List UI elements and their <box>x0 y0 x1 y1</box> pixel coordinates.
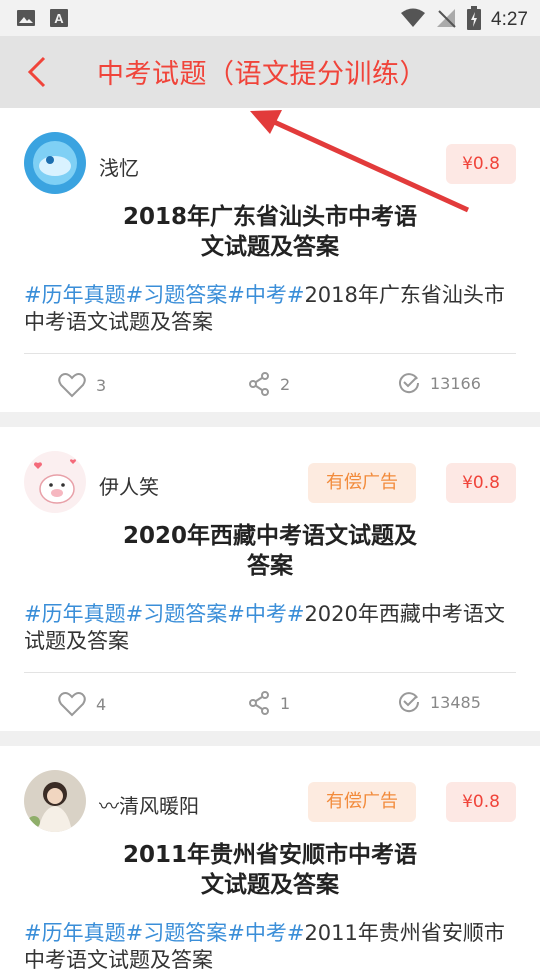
font-notification-icon: A <box>50 8 68 32</box>
svg-text:A: A <box>54 11 64 26</box>
tag-link[interactable]: #习题答案 <box>126 602 228 626</box>
tag-link[interactable]: # <box>287 602 305 626</box>
tag-link[interactable]: # <box>287 283 305 307</box>
check-circle-icon <box>399 373 420 394</box>
share-button[interactable]: 1 <box>248 691 290 715</box>
like-button[interactable]: 3 <box>58 372 106 398</box>
tag-link[interactable]: #习题答案 <box>126 921 228 945</box>
post-title-line: 2020年西藏中考语文试题及 <box>122 523 417 549</box>
post-title[interactable]: 2018年广东省汕头市中考语 文试题及答案 <box>80 202 460 262</box>
back-button[interactable] <box>22 54 58 90</box>
no-signal-icon <box>435 7 457 33</box>
post-card[interactable]: 伊人笑 有偿广告 ¥0.8 2020年西藏中考语文试题及 答案 #历年真题#习题… <box>0 427 540 731</box>
share-icon <box>249 691 269 715</box>
username[interactable]: 伊人笑 <box>99 471 159 500</box>
app-header: 中考试题（语文提分训练） <box>0 36 540 108</box>
username[interactable]: 〰清风暖阳 <box>99 790 199 819</box>
page-title: 中考试题（语文提分训练） <box>97 59 427 90</box>
share-count: 2 <box>280 374 291 394</box>
avatar[interactable] <box>24 132 86 194</box>
status-bar: A 4:27 <box>0 0 540 36</box>
post-title-line: 2011年贵州省安顺市中考语 <box>122 842 417 868</box>
share-count: 1 <box>280 693 291 713</box>
post-title-line: 2018年广东省汕头市中考语 <box>122 204 417 230</box>
post-card[interactable]: 浅忆 ¥0.8 2018年广东省汕头市中考语 文试题及答案 #历年真题#习题答案… <box>0 108 540 412</box>
avatar[interactable] <box>24 770 86 832</box>
card-separator <box>0 731 540 746</box>
username[interactable]: 浅忆 <box>99 152 139 181</box>
view-count: 13166 <box>430 373 481 393</box>
tag-link[interactable]: #历年真题 <box>24 921 126 945</box>
heart-icon <box>58 692 86 717</box>
post-stats: 3 2 13166 <box>0 366 540 404</box>
tag-link[interactable]: #中考 <box>227 283 287 307</box>
post-title-line: 文试题及答案 <box>201 872 339 898</box>
heart-icon <box>58 373 86 398</box>
tag-link[interactable]: # <box>287 921 305 945</box>
post-stats: 4 1 13485 <box>0 685 540 723</box>
chevron-left-icon <box>27 56 46 88</box>
like-button[interactable]: 4 <box>58 691 106 717</box>
divider <box>24 353 516 354</box>
view-count-item: 13485 <box>398 691 481 713</box>
share-button[interactable]: 2 <box>248 372 290 396</box>
like-count: 4 <box>96 694 107 714</box>
post-feed: 浅忆 ¥0.8 2018年广东省汕头市中考语 文试题及答案 #历年真题#习题答案… <box>0 108 540 976</box>
view-count-item: 13166 <box>398 372 481 394</box>
tag-link[interactable]: #习题答案 <box>126 283 228 307</box>
image-notification-icon <box>16 8 36 32</box>
check-circle-icon <box>399 692 420 713</box>
tag-link[interactable]: #历年真题 <box>24 602 126 626</box>
share-icon <box>249 372 269 396</box>
post-title-line: 文试题及答案 <box>201 234 339 260</box>
like-count: 3 <box>96 375 107 395</box>
tag-link[interactable]: #历年真题 <box>24 283 126 307</box>
post-description: #历年真题#习题答案#中考#2020年西藏中考语文试题及答案 <box>24 601 516 655</box>
tag-link[interactable]: #中考 <box>227 921 287 945</box>
view-count: 13485 <box>430 692 481 712</box>
post-title[interactable]: 2011年贵州省安顺市中考语 文试题及答案 <box>80 840 460 900</box>
post-description: #历年真题#习题答案#中考#2011年贵州省安顺市中考语文试题及答案 <box>24 920 516 974</box>
wifi-icon <box>401 8 426 32</box>
post-card[interactable]: 〰清风暖阳 有偿广告 ¥0.8 2011年贵州省安顺市中考语 文试题及答案 #历… <box>0 746 540 976</box>
tag-link[interactable]: #中考 <box>227 602 287 626</box>
post-description: #历年真题#习题答案#中考#2018年广东省汕头市中考语文试题及答案 <box>24 282 516 336</box>
post-title[interactable]: 2020年西藏中考语文试题及 答案 <box>80 521 460 581</box>
paid-ad-badge[interactable]: 有偿广告 <box>308 782 416 822</box>
status-time: 4:27 <box>491 9 528 30</box>
divider <box>24 672 516 673</box>
avatar[interactable] <box>24 451 86 513</box>
paid-ad-badge[interactable]: 有偿广告 <box>308 463 416 503</box>
price-button[interactable]: ¥0.8 <box>446 782 516 822</box>
post-title-line: 答案 <box>247 553 293 579</box>
battery-icon <box>467 6 482 34</box>
card-separator <box>0 412 540 427</box>
price-button[interactable]: ¥0.8 <box>446 144 516 184</box>
price-button[interactable]: ¥0.8 <box>446 463 516 503</box>
